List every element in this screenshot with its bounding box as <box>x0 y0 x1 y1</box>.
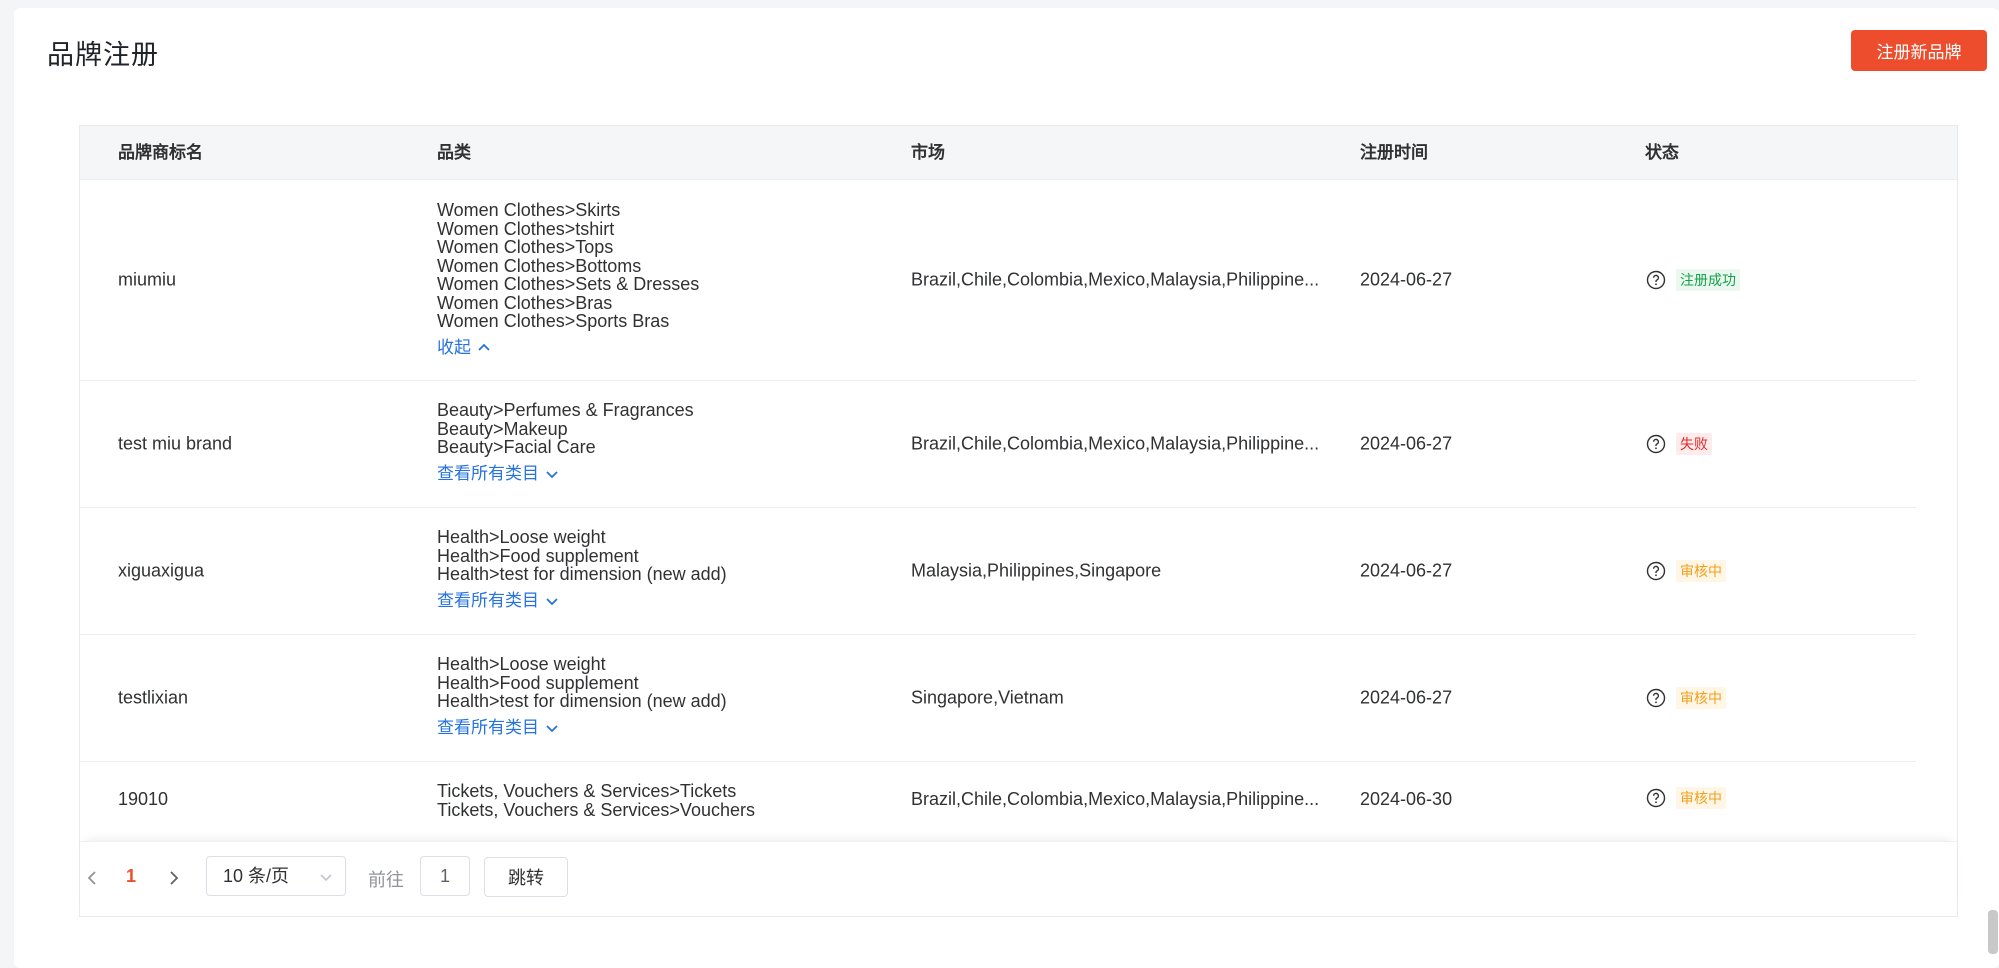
status-badge: 失败 <box>1676 432 1712 455</box>
brand-name: miumiu <box>118 269 177 290</box>
brand-name: 19010 <box>118 789 169 809</box>
page-scrollbar[interactable] <box>1988 910 1998 954</box>
market-list: Malaysia,Philippines,Singapore <box>911 560 1162 580</box>
page-title: 品牌注册 <box>47 40 159 70</box>
header-brand: 品牌商标名 <box>118 143 203 162</box>
header-market: 市场 <box>911 143 945 162</box>
chevron-right-icon[interactable] <box>164 866 184 890</box>
category-list: Women Clothes>Skirts Women Clothes>tshir… <box>437 201 699 357</box>
table-header: 品牌商标名 品类 市场 注册时间 状态 <box>80 126 1957 180</box>
category-item: Health>Food supplement <box>437 545 639 566</box>
market-list: Brazil,Chile,Colombia,Mexico,Malaysia,Ph… <box>911 789 1320 809</box>
status-cell: 审核中 <box>1646 787 1726 809</box>
category-item: Tickets, Vouchers & Services>Tickets <box>437 781 737 801</box>
chevron-down-icon <box>546 471 558 479</box>
status-cell: 失败 <box>1646 432 1712 455</box>
table-row: testlixian Health>Loose weight Health>Fo… <box>80 634 1916 762</box>
chevron-down-icon <box>320 874 332 882</box>
table-row: 19010 Tickets, Vouchers & Services>Ticke… <box>80 761 1916 841</box>
registration-time: 2024-06-27 <box>1360 560 1453 580</box>
category-list: Health>Loose weight Health>Food suppleme… <box>437 655 727 737</box>
category-list: Health>Loose weight Health>Food suppleme… <box>437 528 727 610</box>
toggle-label: 收起 <box>437 337 471 357</box>
category-item: Beauty>Perfumes & Fragrances <box>437 400 694 420</box>
category-item: Women Clothes>Sets & Dresses <box>437 274 700 294</box>
toggle-label: 查看所有类目 <box>437 717 539 737</box>
question-circle-icon[interactable] <box>1646 688 1666 708</box>
status-cell: 审核中 <box>1646 559 1726 582</box>
status-badge: 审核中 <box>1676 787 1726 809</box>
current-page[interactable]: 1 <box>126 866 136 887</box>
chevron-down-icon <box>546 598 558 606</box>
view-all-categories-link[interactable]: 查看所有类目 <box>437 463 559 484</box>
status-badge: 注册成功 <box>1676 269 1740 291</box>
market-list: Brazil,Chile,Colombia,Mexico,Malaysia,Ph… <box>911 433 1320 453</box>
category-item: Women Clothes>tshirt <box>437 218 615 239</box>
chevron-left-icon[interactable] <box>82 866 102 890</box>
header-registration-time: 注册时间 <box>1360 143 1428 162</box>
category-item: Health>Loose weight <box>437 654 606 674</box>
category-item: Women Clothes>Tops <box>437 237 614 257</box>
toggle-label: 查看所有类目 <box>437 590 539 610</box>
category-item: Women Clothes>Sports Bras <box>437 311 670 331</box>
category-item: Health>Loose weight <box>437 527 606 547</box>
category-list: Beauty>Perfumes & Fragrances Beauty>Make… <box>437 401 694 483</box>
category-item: Beauty>Makeup <box>437 418 568 439</box>
category-item: Health>test for dimension (new add) <box>437 564 727 584</box>
brand-name: testlixian <box>118 687 189 707</box>
brand-name: xiguaxigua <box>118 560 205 580</box>
jump-button[interactable]: 跳转 <box>484 857 568 897</box>
category-item: Health>test for dimension (new add) <box>437 691 727 711</box>
category-item: Women Clothes>Skirts <box>437 200 621 220</box>
view-all-categories-link[interactable]: 查看所有类目 <box>437 590 559 611</box>
table-row: miumiu Women Clothes>Skirts Women Clothe… <box>80 180 1916 381</box>
brand-name: test miu brand <box>118 433 233 453</box>
question-circle-icon[interactable] <box>1646 788 1666 808</box>
table-row: xiguaxigua Health>Loose weight Health>Fo… <box>80 507 1916 635</box>
status-cell: 注册成功 <box>1646 269 1740 291</box>
category-item: Health>Food supplement <box>437 672 639 693</box>
question-circle-icon[interactable] <box>1646 270 1666 290</box>
status-badge: 审核中 <box>1676 559 1726 582</box>
view-all-categories-link[interactable]: 查看所有类目 <box>437 717 559 738</box>
category-item: Tickets, Vouchers & Services>Vouchers <box>437 799 755 820</box>
question-circle-icon[interactable] <box>1646 561 1666 581</box>
header-category: 品类 <box>437 143 471 162</box>
page-size-value: 10 条/页 <box>223 866 290 886</box>
market-list: Brazil,Chile,Colombia,Mexico,Malaysia,Ph… <box>911 269 1320 290</box>
register-new-brand-button[interactable]: 注册新品牌 <box>1851 30 1987 71</box>
category-item: Women Clothes>Bottoms <box>437 255 642 276</box>
market-list: Singapore,Vietnam <box>911 687 1064 707</box>
table-row: test miu brand Beauty>Perfumes & Fragran… <box>80 380 1916 508</box>
goto-label: 前往 <box>368 870 404 890</box>
header-status: 状态 <box>1645 143 1679 162</box>
category-item: Beauty>Facial Care <box>437 437 596 457</box>
toggle-label: 查看所有类目 <box>437 463 539 483</box>
status-cell: 审核中 <box>1646 686 1726 709</box>
pagination: 1 10 条/页 前往 跳转 <box>80 841 1957 916</box>
brand-table: 品牌商标名 品类 市场 注册时间 状态 miumiu Women Clothes… <box>79 125 1958 917</box>
registration-time: 2024-06-27 <box>1360 433 1453 453</box>
registration-time: 2024-06-27 <box>1360 269 1453 290</box>
collapse-categories-link[interactable]: 收起 <box>437 337 491 358</box>
registration-time: 2024-06-30 <box>1360 789 1453 809</box>
registration-time: 2024-06-27 <box>1360 687 1453 707</box>
category-item: Women Clothes>Bras <box>437 292 613 313</box>
page-size-select[interactable]: 10 条/页 <box>206 856 346 896</box>
chevron-up-icon <box>478 343 490 351</box>
chevron-down-icon <box>546 725 558 733</box>
goto-page-input[interactable] <box>420 856 470 896</box>
category-list: Tickets, Vouchers & Services>Tickets Tic… <box>437 782 755 819</box>
question-circle-icon[interactable] <box>1646 434 1666 454</box>
status-badge: 审核中 <box>1676 686 1726 709</box>
